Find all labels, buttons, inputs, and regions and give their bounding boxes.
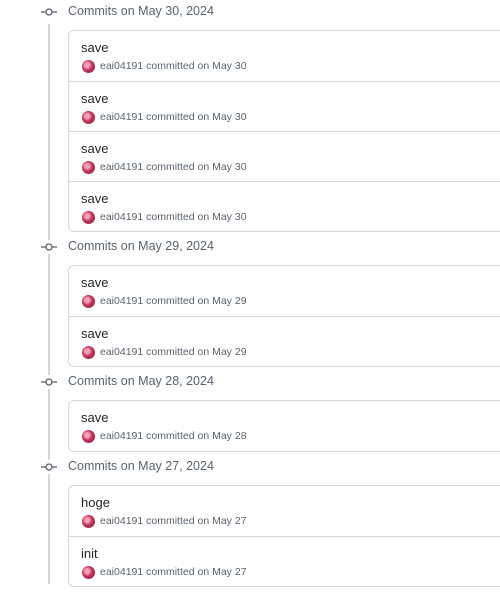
commit-row: save eai04191 committed on May 29 [69, 316, 500, 366]
commit-date: on May 30 [197, 211, 247, 223]
commit-list: save eai04191 committed on May 30 save e… [68, 30, 500, 232]
commit-action: committed [146, 161, 195, 173]
commit-date: on May 30 [197, 111, 247, 123]
author-link[interactable]: eai04191 [100, 515, 143, 527]
commit-message-link[interactable]: save [81, 275, 108, 290]
author-link[interactable]: eai04191 [100, 566, 143, 578]
commit-meta: eai04191 committed on May 30 [100, 211, 247, 223]
author-link[interactable]: eai04191 [100, 211, 143, 223]
commit-message-link[interactable]: save [81, 91, 108, 106]
commit-group-title: Commits on May 28, 2024 [68, 374, 214, 388]
commit-meta: eai04191 committed on May 29 [100, 346, 247, 358]
commit-message-link[interactable]: save [81, 191, 108, 206]
commit-date: on May 29 [197, 346, 247, 358]
commit-group-title: Commits on May 29, 2024 [68, 239, 214, 253]
commit-date: on May 30 [197, 161, 247, 173]
user-avatar[interactable] [82, 295, 95, 308]
commit-message-link[interactable]: init [81, 546, 98, 561]
commit-action: committed [146, 515, 195, 527]
commit-list: save eai04191 committed on May 28 [68, 400, 500, 452]
author-link[interactable]: eai04191 [100, 346, 143, 358]
commit-date: on May 30 [197, 60, 247, 72]
commit-message-link[interactable]: save [81, 326, 108, 341]
user-avatar[interactable] [82, 161, 95, 174]
git-commit-icon [41, 240, 57, 254]
author-link[interactable]: eai04191 [100, 60, 143, 72]
commit-message-link[interactable]: save [81, 141, 108, 156]
user-avatar[interactable] [82, 346, 95, 359]
author-link[interactable]: eai04191 [100, 295, 143, 307]
commit-date: on May 28 [197, 430, 247, 442]
commit-group-header: Commits on May 28, 2024 [0, 370, 500, 394]
commit-action: committed [146, 430, 195, 442]
commit-meta: eai04191 committed on May 30 [100, 161, 247, 173]
commit-group-header: Commits on May 29, 2024 [0, 235, 500, 259]
commit-date: on May 27 [197, 566, 247, 578]
commit-message-link[interactable]: save [81, 40, 108, 55]
commit-row: save eai04191 committed on May 29 [69, 266, 500, 316]
git-commit-icon [41, 375, 57, 389]
user-avatar[interactable] [82, 430, 95, 443]
commit-meta: eai04191 committed on May 29 [100, 295, 247, 307]
commit-meta: eai04191 committed on May 28 [100, 430, 247, 442]
commit-meta: eai04191 committed on May 30 [100, 60, 247, 72]
user-avatar[interactable] [82, 515, 95, 528]
commit-meta: eai04191 committed on May 30 [100, 111, 247, 123]
git-commit-icon [41, 5, 57, 19]
commit-row: save eai04191 committed on May 30 [69, 81, 500, 131]
commit-group-header: Commits on May 27, 2024 [0, 455, 500, 479]
git-commit-icon [41, 460, 57, 474]
commit-row: init eai04191 committed on May 27 [69, 536, 500, 586]
commit-list: save eai04191 committed on May 29 save e… [68, 265, 500, 367]
commit-action: committed [146, 566, 195, 578]
commit-date: on May 27 [197, 515, 247, 527]
user-avatar[interactable] [82, 111, 95, 124]
user-avatar[interactable] [82, 60, 95, 73]
commit-row: hoge eai04191 committed on May 27 [69, 486, 500, 536]
commit-action: committed [146, 295, 195, 307]
commit-row: save eai04191 committed on May 30 [69, 31, 500, 81]
commit-date: on May 29 [197, 295, 247, 307]
user-avatar[interactable] [82, 211, 95, 224]
author-link[interactable]: eai04191 [100, 430, 143, 442]
commit-action: committed [146, 60, 195, 72]
author-link[interactable]: eai04191 [100, 161, 143, 173]
commit-action: committed [146, 211, 195, 223]
commit-message-link[interactable]: save [81, 410, 108, 425]
commit-meta: eai04191 committed on May 27 [100, 566, 247, 578]
commit-action: committed [146, 346, 195, 358]
author-link[interactable]: eai04191 [100, 111, 143, 123]
commit-message-link[interactable]: hoge [81, 495, 110, 510]
commit-action: committed [146, 111, 195, 123]
commit-list: hoge eai04191 committed on May 27 init e… [68, 485, 500, 587]
commit-group-header: Commits on May 30, 2024 [0, 0, 500, 24]
commit-group-title: Commits on May 27, 2024 [68, 459, 214, 473]
commit-row: save eai04191 committed on May 30 [69, 181, 500, 231]
user-avatar[interactable] [82, 566, 95, 579]
commit-meta: eai04191 committed on May 27 [100, 515, 247, 527]
commit-row: save eai04191 committed on May 28 [69, 401, 500, 451]
commit-group-title: Commits on May 30, 2024 [68, 4, 214, 18]
commit-row: save eai04191 committed on May 30 [69, 131, 500, 181]
timeline-line [48, 24, 50, 584]
